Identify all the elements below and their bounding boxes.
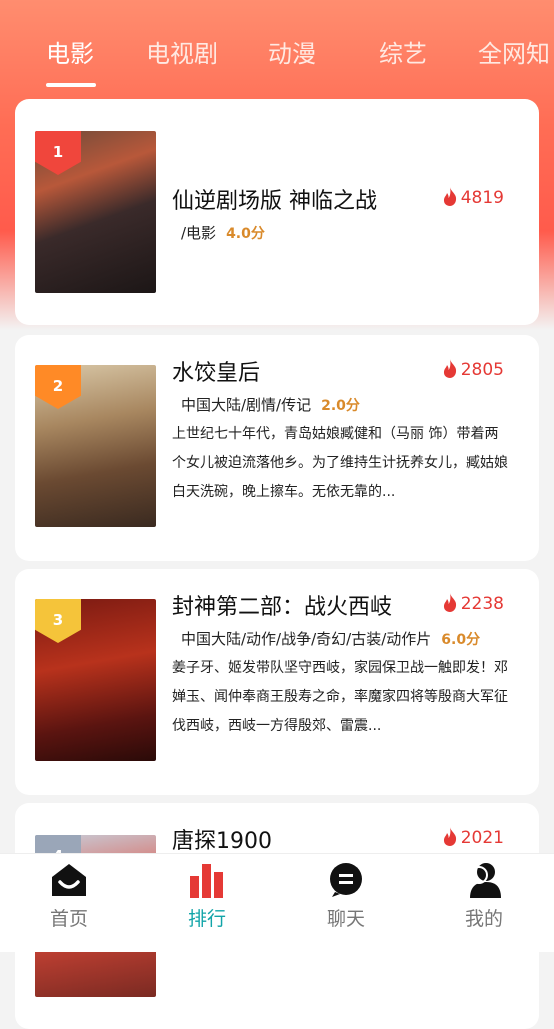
flame-icon — [442, 827, 458, 851]
list-item[interactable]: 1 仙逆剧场版 神临之战 4819 /电影 4.0分 — [15, 99, 539, 325]
score-value: 2.0分 — [321, 398, 360, 414]
heat-count: 2021 — [442, 827, 504, 851]
nav-home-label: 首页 — [49, 908, 88, 930]
rank-badge: 1 — [35, 131, 81, 175]
genre-text: 中国大陆/剧情/传记 — [181, 396, 312, 414]
tab-movie[interactable]: 电影 — [46, 34, 94, 69]
heat-value: 4819 — [460, 188, 504, 208]
movie-description: 姜子牙、姬发带队坚守西岐，家园保卫战一触即发！邓婵玉、闻仲奉商王殷寿之命，率魔家… — [172, 660, 508, 734]
nav-chat-label: 聊天 — [326, 908, 365, 930]
flame-icon — [442, 593, 458, 617]
tab-anime[interactable]: 动漫 — [268, 34, 316, 69]
heat-value: 2238 — [460, 594, 504, 614]
rank-badge: 3 — [35, 599, 81, 643]
movie-tags: 中国大陆/剧情/传记 2.0分 — [181, 394, 360, 415]
tab-all-web[interactable]: 全网知 — [478, 34, 550, 69]
heat-count: 2238 — [442, 593, 504, 617]
heat-count: 4819 — [442, 187, 504, 211]
nav-ranking-label: 排行 — [187, 908, 226, 930]
heat-value: 2805 — [460, 360, 504, 380]
heat-value: 2021 — [460, 828, 504, 848]
nav-profile-label: 我的 — [464, 908, 503, 930]
movie-title: 封神第二部：战火西岐 — [172, 595, 393, 620]
score-value: 4.0分 — [226, 226, 265, 242]
user-icon — [465, 863, 503, 902]
poster-image: 1 — [35, 131, 156, 293]
list-item[interactable]: 2 水饺皇后 2805 中国大陆/剧情/传记 2.0分 上世纪七十年代，青岛姑娘臧… — [15, 335, 539, 561]
poster-image: 2 — [35, 365, 156, 527]
chat-icon — [327, 863, 365, 902]
ranking-icon — [188, 864, 226, 902]
rank-badge: 2 — [35, 365, 81, 409]
active-tab-indicator — [46, 83, 96, 87]
genre-text: 中国大陆/动作/战争/奇幻/古装/动作片 — [181, 630, 432, 648]
movie-description: 上世纪七十年代，青岛姑娘臧健和（马丽 饰）带着两个女儿被迫流落他乡。为了维持生计… — [172, 426, 508, 500]
genre-text: /电影 — [181, 224, 217, 242]
heat-count: 2805 — [442, 359, 504, 383]
nav-home[interactable]: 首页 — [24, 862, 114, 931]
poster-image: 3 — [35, 599, 156, 761]
tab-tv-series[interactable]: 电视剧 — [146, 34, 218, 69]
movie-title: 仙逆剧场版 神临之战 — [172, 189, 377, 214]
movie-tags: 中国大陆/动作/战争/奇幻/古装/动作片 6.0分 — [181, 628, 480, 649]
movie-title: 唐探1900 — [172, 829, 272, 854]
list-item[interactable]: 3 封神第二部：战火西岐 2238 中国大陆/动作/战争/奇幻/古装/动作片 6.… — [15, 569, 539, 795]
nav-ranking[interactable]: 排行 — [162, 862, 252, 931]
nav-profile[interactable]: 我的 — [439, 862, 529, 931]
tab-variety[interactable]: 综艺 — [379, 34, 427, 69]
score-value: 6.0分 — [441, 632, 481, 648]
nav-chat[interactable]: 聊天 — [301, 862, 391, 931]
movie-title: 水饺皇后 — [172, 361, 261, 386]
flame-icon — [442, 359, 458, 383]
category-tabs: 电影 电视剧 动漫 综艺 全网知 — [0, 0, 554, 96]
movie-tags: /电影 4.0分 — [181, 222, 265, 243]
flame-icon — [442, 187, 458, 211]
home-icon — [50, 864, 88, 902]
bottom-navigation: 首页 排行 聊天 我的 — [0, 853, 554, 952]
